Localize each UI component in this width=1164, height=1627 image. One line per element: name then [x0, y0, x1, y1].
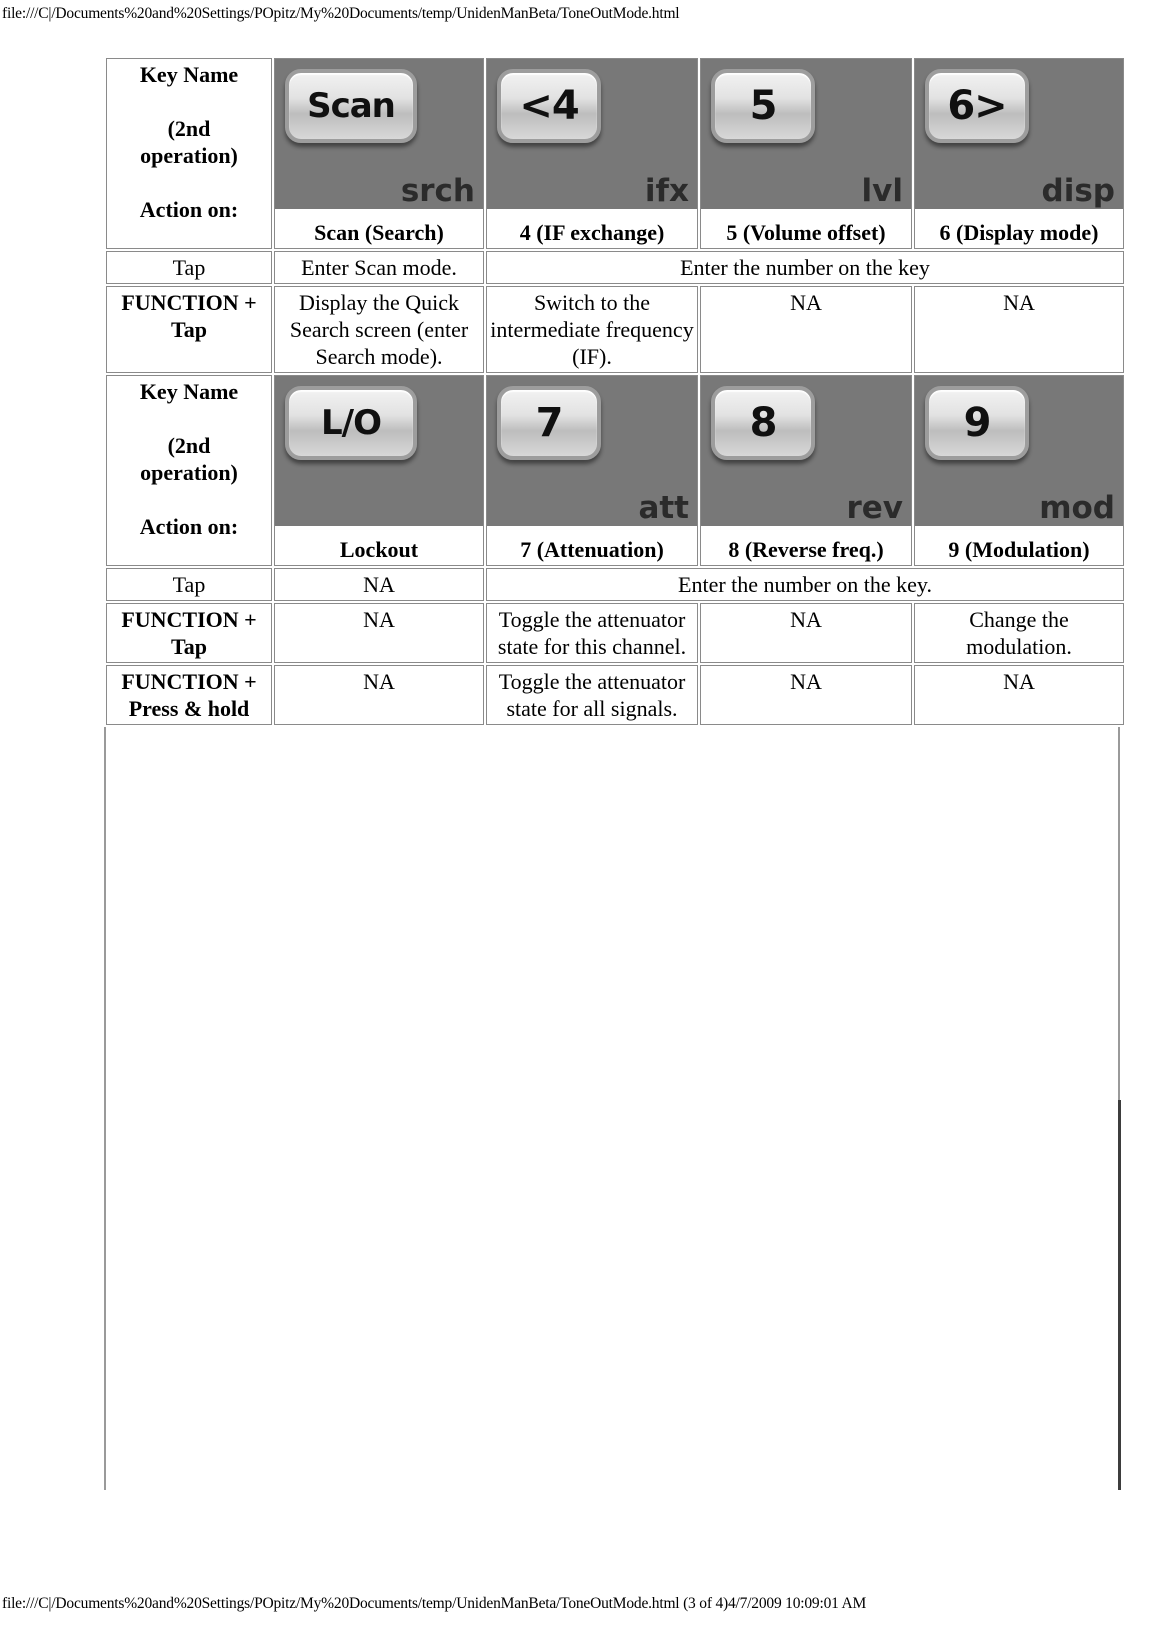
key-cell-6: 6> disp 6 (Display mode): [914, 58, 1124, 249]
key-sublabel-att: att: [638, 490, 689, 526]
cell-tap-lockout: NA: [274, 568, 484, 601]
keycap-label-5: 5: [749, 83, 778, 129]
key-sublabel-ifx: ifx: [644, 173, 689, 209]
key-sublabel-srch: srch: [400, 173, 475, 209]
key-image-5: 5 lvl: [701, 59, 911, 209]
table-row: FUNCTION + Press & hold NA Toggle the at…: [106, 665, 1124, 725]
keycap-8: 8: [711, 386, 815, 460]
key-sublabel-rev: rev: [846, 490, 903, 526]
key-name-label-cell-1: Key Name (2nd operation) Action on:: [106, 58, 272, 249]
cell-tap-numbers-1: Enter the number on the key: [486, 251, 1124, 284]
key-cell-4: <4 ifx 4 (IF exchange): [486, 58, 698, 249]
key-name-label-cell-2: Key Name (2nd operation) Action on:: [106, 375, 272, 566]
page-header-url: file:///C|/Documents%20and%20Settings/PO…: [2, 5, 680, 22]
key-name-label-line1: Key Name: [139, 379, 239, 404]
keycap-5: 5: [711, 69, 815, 143]
key-sublabel-disp: disp: [1041, 173, 1115, 209]
key-cell-lockout: L/O Lockout: [274, 375, 484, 566]
keycap-label-7: 7: [535, 400, 564, 446]
key-header-row-2: Key Name (2nd operation) Action on: L/O …: [106, 375, 1124, 566]
key-caption-5: 5 (Volume offset): [726, 220, 886, 245]
key-caption-6: 6 (Display mode): [939, 220, 1099, 245]
key-cell-5: 5 lvl 5 (Volume offset): [700, 58, 912, 249]
key-name-label-line2: (2nd: [167, 116, 211, 141]
key-caption-4: 4 (IF exchange): [519, 220, 665, 245]
key-sublabel-mod: mod: [1039, 490, 1115, 526]
cell-tap-numbers-2: Enter the number on the key.: [486, 568, 1124, 601]
key-caption-lockout: Lockout: [339, 537, 419, 562]
table-row: FUNCTION + Tap NA Toggle the attenuator …: [106, 603, 1124, 663]
cell-hold-8: NA: [700, 665, 912, 725]
keycap-label-9: 9: [963, 400, 992, 446]
action-on-label: Action on:: [139, 514, 239, 539]
key-cell-9: 9 mod 9 (Modulation): [914, 375, 1124, 566]
key-image-8: 8 rev: [701, 376, 911, 526]
keycap-label-6: 6>: [947, 83, 1007, 129]
key-name-label-line1: Key Name: [139, 62, 239, 87]
action-on-label: Action on:: [139, 197, 239, 222]
keycap-label-scan: Scan: [307, 86, 396, 126]
key-name-label-line3: operation): [140, 143, 238, 168]
key-caption-7: 7 (Attenuation): [520, 537, 664, 562]
table-row: FUNCTION + Tap Display the Quick Search …: [106, 286, 1124, 373]
keycap-9: 9: [925, 386, 1029, 460]
action-label-function-tap-2: FUNCTION + Tap: [106, 603, 272, 663]
cell-tap-scan: Enter Scan mode.: [274, 251, 484, 284]
key-image-9: 9 mod: [915, 376, 1123, 526]
key-image-4: <4 ifx: [487, 59, 697, 209]
key-name-label-line3: operation): [140, 460, 238, 485]
action-label-function-tap-1: FUNCTION + Tap: [106, 286, 272, 373]
key-header-row-1: Key Name (2nd operation) Action on: Scan…: [106, 58, 1124, 249]
page-frame-line-right-lower: [1118, 1100, 1121, 1490]
keycap-label-lockout: L/O: [321, 403, 382, 443]
key-name-label-line2: (2nd: [167, 433, 211, 458]
key-caption-9: 9 (Modulation): [948, 537, 1090, 562]
key-image-lockout: L/O: [275, 376, 483, 526]
key-cell-7: 7 att 7 (Attenuation): [486, 375, 698, 566]
action-label-tap-2: Tap: [106, 568, 272, 601]
keycap-label-8: 8: [749, 400, 778, 446]
keycap-6: 6>: [925, 69, 1029, 143]
keycap-4: <4: [497, 69, 601, 143]
cell-hold-lockout: NA: [274, 665, 484, 725]
cell-func-tap-lockout: NA: [274, 603, 484, 663]
key-function-table: Key Name (2nd operation) Action on: Scan…: [104, 56, 1126, 727]
cell-func-tap-scan: Display the Quick Search screen (enter S…: [274, 286, 484, 373]
cell-func-tap-7: Toggle the attenuator state for this cha…: [486, 603, 698, 663]
keycap-lockout: L/O: [285, 386, 417, 460]
key-image-7: 7 att: [487, 376, 697, 526]
key-cell-scan: Scan srch Scan (Search): [274, 58, 484, 249]
cell-func-tap-6: NA: [914, 286, 1124, 373]
key-caption-8: 8 (Reverse freq.): [728, 537, 884, 562]
page-footer-url: file:///C|/Documents%20and%20Settings/PO…: [2, 1595, 867, 1612]
cell-func-tap-4: Switch to the intermediate frequency (IF…: [486, 286, 698, 373]
keycap-7: 7: [497, 386, 601, 460]
keycap-scan: Scan: [285, 69, 417, 143]
keycap-label-4: <4: [519, 83, 579, 129]
cell-func-tap-8: NA: [700, 603, 912, 663]
cell-func-tap-9: Change the modulation.: [914, 603, 1124, 663]
key-image-6: 6> disp: [915, 59, 1123, 209]
table-row: Tap Enter Scan mode. Enter the number on…: [106, 251, 1124, 284]
key-image-scan: Scan srch: [275, 59, 483, 209]
table-row: Tap NA Enter the number on the key.: [106, 568, 1124, 601]
cell-hold-7: Toggle the attenuator state for all sign…: [486, 665, 698, 725]
key-sublabel-lvl: lvl: [861, 173, 903, 209]
cell-func-tap-5: NA: [700, 286, 912, 373]
action-label-tap-1: Tap: [106, 251, 272, 284]
key-caption-scan: Scan (Search): [314, 220, 444, 245]
action-label-function-press-hold: FUNCTION + Press & hold: [106, 665, 272, 725]
cell-hold-9: NA: [914, 665, 1124, 725]
key-cell-8: 8 rev 8 (Reverse freq.): [700, 375, 912, 566]
